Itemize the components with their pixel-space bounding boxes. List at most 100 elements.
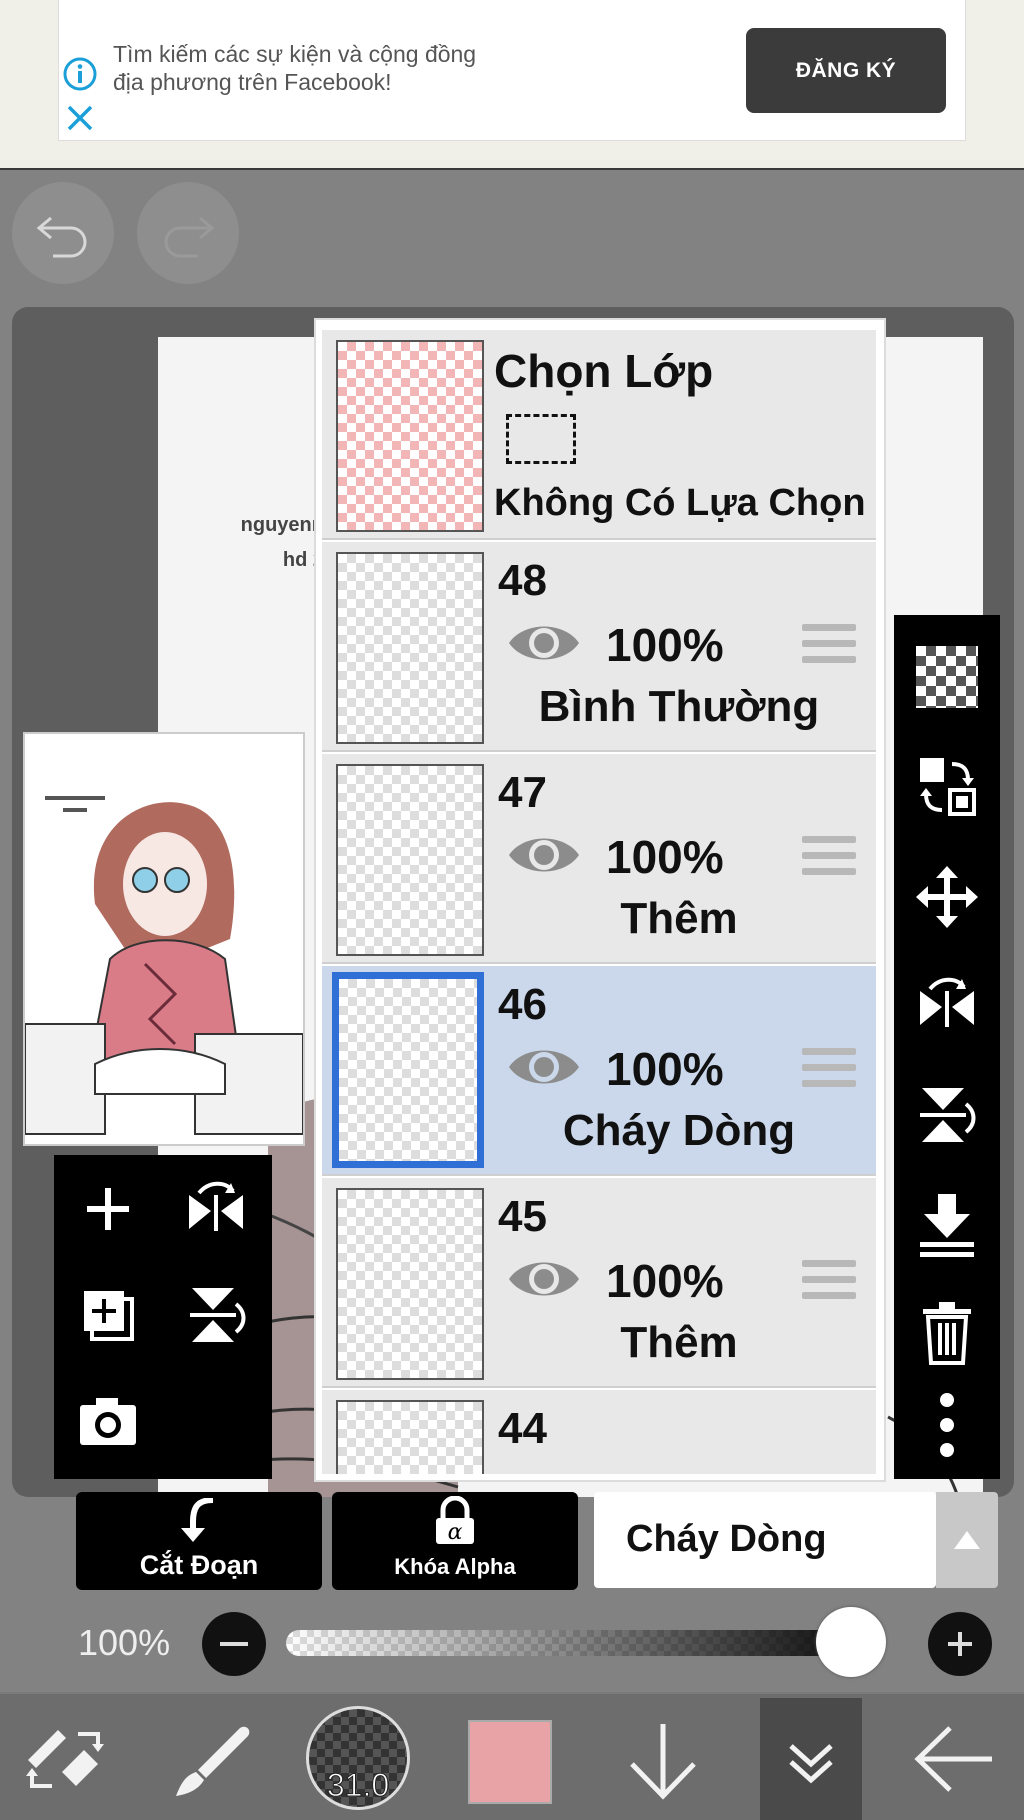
more-options-button[interactable] xyxy=(894,1375,1000,1475)
layer-opacity: 100% xyxy=(606,1255,724,1307)
blend-mode-select[interactable]: Cháy Dòng xyxy=(594,1492,936,1588)
brush-tool-button[interactable] xyxy=(168,1714,258,1804)
add-layer-button[interactable] xyxy=(58,1159,158,1259)
layer-opacity: 100% xyxy=(606,619,724,671)
bottom-toolbar: 31.0 xyxy=(0,1694,1024,1820)
alpha-lock-label: Khóa Alpha xyxy=(394,1554,516,1579)
opacity-slider[interactable] xyxy=(286,1607,886,1677)
layer-thumbnail xyxy=(336,552,484,744)
arrow-down-icon xyxy=(630,1724,696,1800)
svg-text:α: α xyxy=(448,1520,463,1545)
opacity-increase-button[interactable] xyxy=(928,1612,992,1676)
drag-handle-icon[interactable] xyxy=(802,624,856,672)
layer-thumbnail xyxy=(336,1400,484,1474)
move-button[interactable] xyxy=(894,847,1000,947)
blend-mode-value: Cháy Dòng xyxy=(626,1518,827,1560)
layer-row-44[interactable]: 44 xyxy=(322,1390,876,1474)
triangle-up-icon xyxy=(954,1531,980,1549)
drag-handle-icon[interactable] xyxy=(802,836,856,884)
canvas-text-line2: hd 2 xyxy=(282,549,324,571)
ad-text-line1: Tìm kiếm các sự kiện và cộng đồng xyxy=(113,41,477,67)
selection-layer-thumbnail xyxy=(336,340,484,532)
checkerboard-icon xyxy=(916,646,978,708)
info-icon[interactable] xyxy=(62,56,98,92)
selection-layer-title: Chọn Lớp xyxy=(494,345,714,397)
canvas-preview[interactable] xyxy=(23,732,305,1146)
layer-number: 47 xyxy=(498,768,547,817)
visibility-eye-icon[interactable] xyxy=(506,1042,582,1097)
flip-horizontal-icon xyxy=(189,1181,243,1231)
selection-marquee-icon xyxy=(506,414,576,464)
pen-eraser-swap-icon xyxy=(26,1730,104,1788)
layer-down-button[interactable] xyxy=(618,1714,708,1804)
visibility-eye-icon[interactable] xyxy=(506,830,582,885)
camera-icon xyxy=(80,1398,136,1445)
flip-vertical-icon xyxy=(190,1288,246,1342)
back-button[interactable] xyxy=(910,1714,1000,1804)
opacity-label: 100% xyxy=(78,1622,171,1663)
brush-size-value: 31.0 xyxy=(326,1767,390,1804)
alpha-lock-button[interactable]: α Khóa Alpha xyxy=(332,1492,578,1590)
flip-vertical-button[interactable] xyxy=(166,1265,266,1365)
transparency-button[interactable] xyxy=(894,627,1000,727)
opacity-decrease-button[interactable] xyxy=(202,1612,266,1676)
layer-opacity: 100% xyxy=(606,1043,724,1095)
delete-layer-button[interactable] xyxy=(894,1283,1000,1383)
canvas-text-line1: nguyenn xyxy=(240,514,324,536)
visibility-eye-icon[interactable] xyxy=(506,1254,582,1309)
layers-menu-button[interactable] xyxy=(760,1698,862,1820)
minus-icon xyxy=(220,1642,248,1646)
brush-size-button[interactable]: 31.0 xyxy=(306,1706,410,1810)
opacity-slider-thumb[interactable] xyxy=(816,1607,886,1677)
layer-blend-mode: Thêm xyxy=(620,1318,738,1367)
undo-button[interactable] xyxy=(12,182,114,284)
visibility-eye-icon[interactable] xyxy=(506,618,582,673)
selection-layer[interactable]: Chọn Lớp Không Có Lựa Chọn xyxy=(322,330,876,540)
layer-opacity: 100% xyxy=(606,831,724,883)
layer-number: 46 xyxy=(498,980,547,1029)
redo-button[interactable] xyxy=(137,182,239,284)
layer-row-48[interactable]: 48 100% Bình Thường xyxy=(322,542,876,752)
more-vertical-icon xyxy=(940,1393,954,1457)
chevron-double-down-icon xyxy=(789,1744,833,1784)
flip-vertical-icon xyxy=(920,1088,976,1142)
layer-number: 44 xyxy=(498,1404,547,1453)
flip-vertical-button[interactable] xyxy=(894,1065,1000,1165)
selection-layer-status: Không Có Lựa Chọn xyxy=(494,482,866,524)
move-icon xyxy=(916,866,978,928)
merge-down-icon xyxy=(920,1194,974,1257)
clipping-button[interactable]: Cắt Đoạn xyxy=(76,1492,322,1590)
layer-blend-mode: Thêm xyxy=(620,894,738,943)
color-swatch-button[interactable] xyxy=(468,1720,552,1804)
add-layer-copy-button[interactable] xyxy=(58,1265,158,1365)
swap-layers-icon xyxy=(920,758,976,816)
layer-actions-panel xyxy=(894,615,1000,1479)
drag-handle-icon[interactable] xyxy=(802,1260,856,1308)
ad-text-line2: địa phương trên Facebook! xyxy=(113,69,392,95)
preview-drawing xyxy=(24,796,304,1135)
camera-import-button[interactable] xyxy=(58,1371,158,1471)
layer-thumbnail xyxy=(336,1188,484,1380)
layer-tools-panel xyxy=(54,1155,272,1479)
flip-horizontal-button[interactable] xyxy=(166,1159,266,1259)
redo-icon xyxy=(164,216,215,258)
merge-down-button[interactable] xyxy=(894,1175,1000,1275)
ad-register-button[interactable]: ĐĂNG KÝ xyxy=(746,28,946,113)
layer-row-46[interactable]: 46 100% Cháy Dòng xyxy=(322,966,876,1176)
undo-icon xyxy=(36,216,87,258)
close-icon[interactable] xyxy=(64,102,96,134)
arrow-left-icon xyxy=(914,1726,992,1792)
blend-mode-dropdown-button[interactable] xyxy=(936,1492,998,1588)
tool-switch-button[interactable] xyxy=(18,1714,108,1804)
copy-layer-icon xyxy=(84,1291,134,1341)
layer-panel: Chọn Lớp Không Có Lựa Chọn 48 100% Bình … xyxy=(314,318,886,1482)
brush-icon xyxy=(176,1726,250,1796)
ad-text: Tìm kiếm các sự kiện và cộng đồng địa ph… xyxy=(113,40,573,96)
flip-horizontal-button[interactable] xyxy=(894,955,1000,1055)
drag-handle-icon[interactable] xyxy=(802,1048,856,1096)
layer-number: 45 xyxy=(498,1192,547,1241)
layer-row-47[interactable]: 47 100% Thêm xyxy=(322,754,876,964)
layer-blend-mode: Cháy Dòng xyxy=(562,1106,796,1155)
swap-layers-button[interactable] xyxy=(894,737,1000,837)
layer-row-45[interactable]: 45 100% Thêm xyxy=(322,1178,876,1388)
